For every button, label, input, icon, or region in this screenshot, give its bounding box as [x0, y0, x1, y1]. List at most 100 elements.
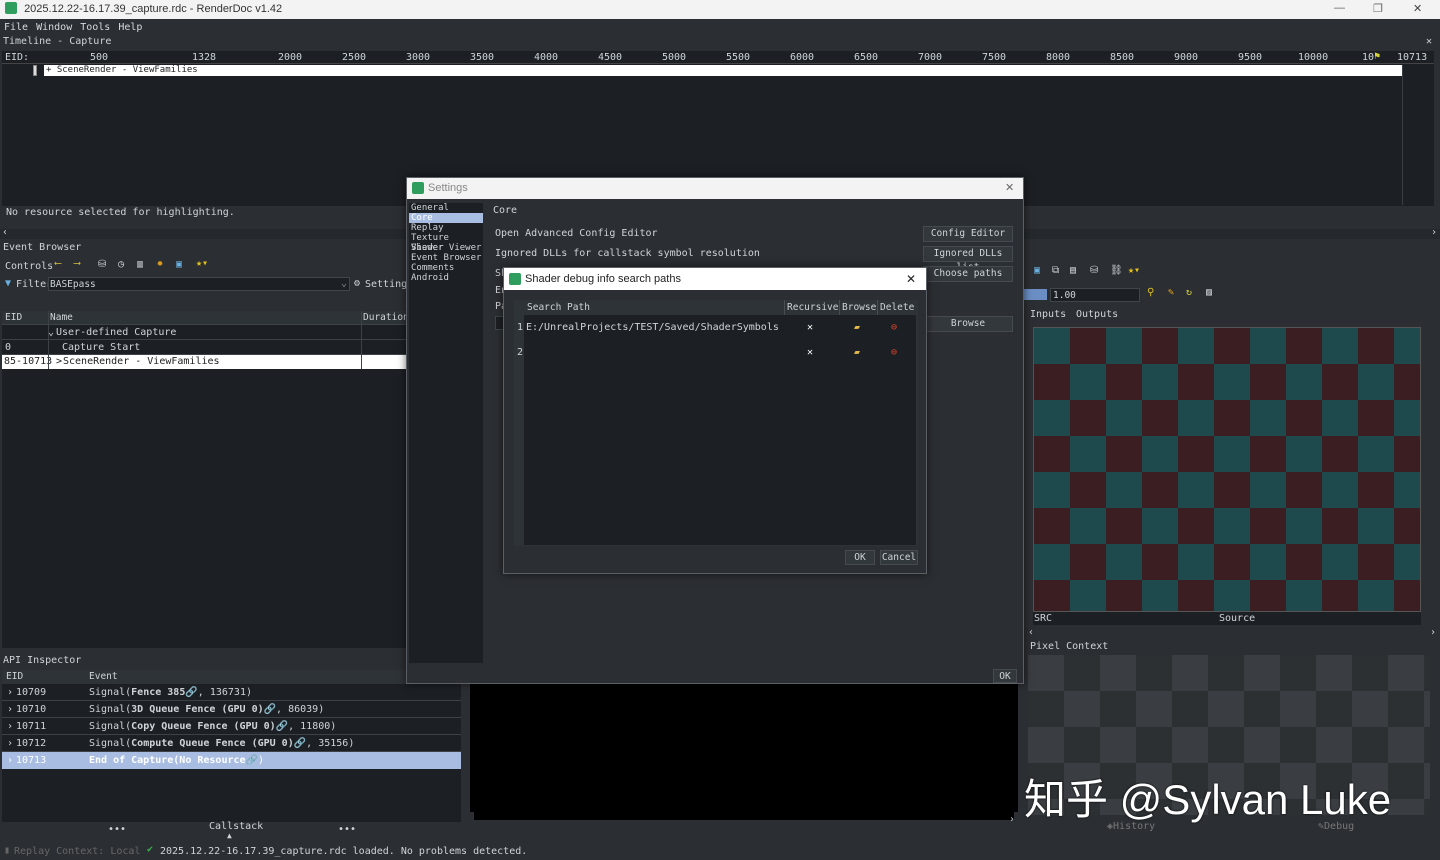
timeline-marker[interactable] [33, 65, 37, 76]
expand-icon[interactable]: > [56, 355, 62, 369]
tab-inputs[interactable]: Inputs [1030, 309, 1066, 320]
api-arg[interactable]: Fence 385 [131, 687, 185, 698]
tex-tool-icon[interactable]: ▤ [1070, 265, 1076, 276]
api-row-selected[interactable]: › 10713 End of Capture(No Resource🔗) [2, 752, 461, 769]
tree-row-selected[interactable]: 85-10713 > SceneRender - ViewFamilies [2, 355, 407, 369]
col-event[interactable]: Event [89, 670, 118, 684]
callstack-toggle-icon[interactable]: ▲ [227, 831, 232, 840]
timeline-close-icon[interactable]: ✕ [1426, 36, 1432, 47]
expand-icon[interactable]: › [7, 701, 13, 718]
nav-replay[interactable]: Replay [409, 223, 483, 233]
sun-icon[interactable]: ✹ [157, 258, 163, 269]
expand-icon[interactable]: › [7, 684, 13, 701]
col-eid[interactable]: EID [5, 311, 22, 325]
output-canvas[interactable] [470, 684, 1018, 812]
nav-general[interactable]: General [409, 203, 483, 213]
col-eid[interactable]: EID [6, 670, 23, 684]
menu-tools[interactable]: Tools [80, 22, 110, 33]
folder-icon[interactable]: ▰ [854, 315, 860, 340]
tab-outputs[interactable]: Outputs [1076, 309, 1118, 320]
minimize-button[interactable]: — [1334, 2, 1345, 14]
tex-tool-icon[interactable]: ⧉ [1052, 265, 1059, 276]
picker-icon[interactable]: ✎ [1168, 287, 1174, 298]
path-row[interactable]: 2 ✕ ▰ ⊖ [514, 340, 916, 365]
filter-input[interactable] [48, 277, 350, 291]
scroll-right-icon[interactable]: › [1431, 227, 1437, 238]
delete-icon[interactable]: ⊖ [891, 340, 897, 365]
zoom-icon[interactable]: ⚲ [1147, 287, 1154, 298]
replay-context[interactable]: Replay Context: Local [14, 846, 140, 857]
nav-core[interactable]: Core [409, 213, 483, 223]
recursive-toggle[interactable]: ✕ [807, 340, 813, 365]
dots-left[interactable]: ••• [108, 824, 126, 835]
api-row[interactable]: › 10709 Signal(Fence 385🔗, 136731) [2, 684, 461, 701]
find-icon[interactable]: ⛁ [1090, 265, 1098, 276]
timeline-event-bar[interactable]: + SceneRender - ViewFamilies [44, 65, 1402, 76]
maximize-button[interactable]: ❐ [1373, 2, 1383, 15]
expand-icon[interactable]: › [7, 735, 13, 752]
api-arg[interactable]: Copy Queue Fence (GPU 0) [131, 721, 276, 732]
zoom-input[interactable] [1050, 288, 1140, 302]
export-icon[interactable]: ▨ [1206, 287, 1212, 298]
tree-row[interactable]: ⌄ User-defined Capture [2, 326, 407, 340]
filter-dropdown-icon[interactable]: ⌄ [341, 278, 347, 289]
api-arg[interactable]: Compute Queue Fence (GPU 0) [131, 738, 294, 749]
expand-icon[interactable]: › [7, 718, 13, 735]
settings-ok-button[interactable]: OK [993, 669, 1017, 683]
dots-right[interactable]: ••• [338, 824, 356, 835]
save-icon[interactable]: ▣ [176, 259, 182, 270]
api-row[interactable]: › 10710 Signal(3D Queue Fence (GPU 0)🔗, … [2, 701, 461, 718]
chart-icon[interactable]: ▥ [137, 259, 143, 270]
api-arg[interactable]: 3D Queue Fence (GPU 0) [131, 704, 263, 715]
col-recursive[interactable]: Recursive [787, 300, 838, 315]
browse-button[interactable]: Browse [923, 316, 1013, 332]
next-arrow-icon[interactable]: ⟶ [74, 258, 80, 269]
texture-preview[interactable] [1033, 327, 1421, 612]
menu-help[interactable]: Help [118, 22, 142, 33]
menu-window[interactable]: Window [36, 22, 72, 33]
close-window-button[interactable]: ✕ [1413, 2, 1422, 15]
scroll-right-icon[interactable]: › [1009, 814, 1015, 825]
path-value[interactable]: E:/UnrealProjects/TEST/Saved/ShaderSymbo… [526, 315, 779, 340]
refresh-icon[interactable]: ↻ [1186, 287, 1192, 298]
settings-gear-icon[interactable]: ⚙ [354, 278, 360, 289]
col-search-path[interactable]: Search Path [527, 300, 590, 315]
bookmark-icon[interactable]: ★▾ [1128, 265, 1140, 276]
tex-tool-icon[interactable]: ▣ [1034, 265, 1040, 276]
dialog-cancel-button[interactable]: Cancel [880, 550, 918, 565]
recursive-toggle[interactable]: ✕ [807, 315, 813, 340]
scroll-left-icon[interactable]: ‹ [2, 227, 8, 238]
nav-texture-viewer[interactable]: Texture Viewer [409, 233, 483, 253]
link-icon[interactable]: ⛓ [1110, 265, 1123, 276]
folder-icon[interactable]: ▰ [854, 340, 860, 365]
callstack-label[interactable]: Callstack [209, 821, 263, 832]
scroll-left-icon[interactable]: ‹ [1028, 627, 1034, 638]
nav-android[interactable]: Android [409, 273, 483, 283]
settings-close-button[interactable]: ✕ [1005, 178, 1014, 199]
api-row[interactable]: › 10711 Signal(Copy Queue Fence (GPU 0)🔗… [2, 718, 461, 735]
prev-arrow-icon[interactable]: ⟵ [55, 258, 61, 269]
choose-paths-button[interactable]: Choose paths [923, 266, 1013, 282]
expand-icon[interactable]: › [7, 752, 13, 769]
col-delete[interactable]: Delete [880, 300, 914, 315]
nav-shader-viewer[interactable]: Shader Viewer [409, 243, 483, 253]
shader-paths-close-button[interactable]: ✕ [906, 268, 916, 290]
nav-comments[interactable]: Comments [409, 263, 483, 273]
dialog-ok-button[interactable]: OK [845, 550, 875, 565]
col-name[interactable]: Name [50, 311, 73, 325]
menu-file[interactable]: File [4, 22, 28, 33]
find-icon[interactable]: ⛁ [98, 259, 106, 270]
delete-icon[interactable]: ⊖ [891, 315, 897, 340]
col-duration[interactable]: Duration [363, 311, 409, 325]
bookmark-icon[interactable]: ★▾ [196, 258, 208, 269]
api-arg[interactable]: End of Capture(No Resource [89, 755, 246, 766]
col-browse[interactable]: Browse [842, 300, 876, 315]
scroll-right-icon[interactable]: › [1430, 627, 1436, 638]
config-editor-button[interactable]: Config Editor [923, 226, 1013, 242]
clock-icon[interactable]: ◷ [118, 259, 124, 270]
nav-event-browser[interactable]: Event Browser [409, 253, 483, 263]
api-row[interactable]: › 10712 Signal(Compute Queue Fence (GPU … [2, 735, 461, 752]
ignored-dlls-button[interactable]: Ignored DLLs list [923, 246, 1013, 273]
path-row[interactable]: 1 E:/UnrealProjects/TEST/Saved/ShaderSym… [514, 315, 916, 340]
tree-row[interactable]: 0 Capture Start [2, 341, 407, 355]
